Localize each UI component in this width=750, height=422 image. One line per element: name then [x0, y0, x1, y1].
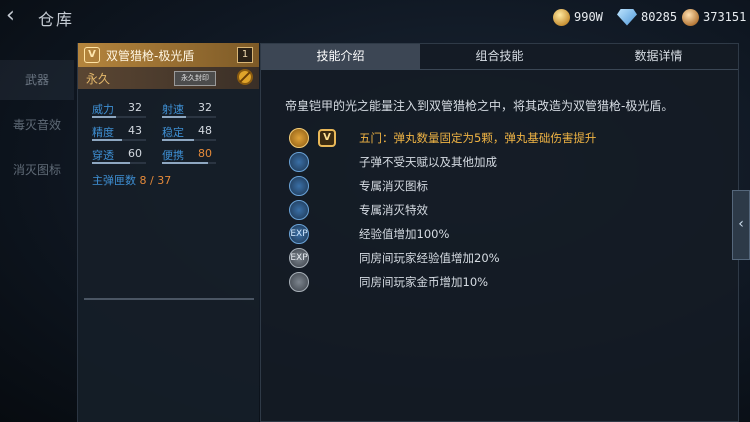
top-bar: ‹ 仓库 990W 80285 373151: [0, 0, 750, 34]
stat-label: 便携: [162, 149, 184, 162]
kill-icon: [289, 176, 309, 196]
page-title: 仓库: [38, 10, 75, 29]
sidebar-item-weapons[interactable]: 武器: [0, 60, 74, 100]
stat-label: 威力: [92, 103, 114, 116]
cash-coin-icon: [682, 8, 699, 26]
gold-value: 990W: [574, 10, 603, 24]
stat-bar: [92, 116, 146, 118]
expand-chevron-icon[interactable]: ‹: [732, 190, 750, 260]
stat-bar-fill: [92, 162, 130, 164]
weapon-subheader: 永久 永久封印: [78, 67, 259, 89]
stat-rate: 射速 32: [162, 101, 216, 119]
vip-v-icon: V: [318, 129, 336, 147]
tab-bar: 技能介绍 组合技能 数据详情: [261, 44, 738, 70]
gold-balance: 990W: [553, 7, 603, 27]
stat-power: 威力 32: [92, 101, 146, 119]
skill-row: 子弹不受天赋以及其他加成: [289, 152, 729, 172]
stat-bar-fill: [92, 116, 117, 118]
skill-row: 专属消灭图标: [289, 176, 729, 196]
back-arrow-icon[interactable]: ‹: [6, 4, 28, 28]
stat-accuracy: 精度 43: [92, 124, 146, 142]
skill-row: EXP 经验值增加100%: [289, 224, 729, 244]
skill-row: V 五门：弹丸数量固定为5颗，弹丸基础伤害提升: [289, 128, 729, 148]
stat-stability: 稳定 48: [162, 124, 216, 142]
weapon-description: 帝皇铠甲的光之能量注入到双管猎枪之中，将其改造为双管猎枪-极光盾。: [285, 99, 674, 113]
exp-icon: EXP: [289, 224, 309, 244]
stat-label: 精度: [92, 126, 114, 139]
cash-value: 373151: [703, 10, 747, 24]
stat-value: 43: [128, 124, 142, 137]
sidebar: 武器 毒灭音效 消灭图标: [0, 40, 74, 422]
skill-text: 同房间玩家经验值增加20%: [359, 251, 500, 265]
stat-label: 穿透: [92, 149, 114, 162]
bullet-icon: [289, 152, 309, 172]
stat-label: 射速: [162, 103, 184, 116]
weapon-panel: V 双管猎枪-极光盾 1 永久 永久封印 威力 32 射速 32 精度 43 稳…: [77, 43, 259, 422]
stat-value: 60: [128, 147, 142, 160]
sidebar-item-kill-sound[interactable]: 毒灭音效: [0, 105, 74, 145]
stat-portability: 便携 80: [162, 147, 216, 165]
stat-label: 稳定: [162, 126, 184, 139]
skill-text: 专属消灭特效: [359, 203, 428, 217]
seal-badge: 永久封印: [174, 71, 216, 86]
tab-data-details[interactable]: 数据详情: [579, 44, 738, 70]
stat-bar: [92, 162, 146, 164]
vip-v-icon: V: [84, 47, 100, 63]
stat-bar: [162, 116, 216, 118]
stat-bar-fill: [162, 139, 195, 141]
diamond-icon: [617, 8, 637, 26]
stat-value: 32: [128, 101, 142, 114]
weapon-name: 双管猎枪-极光盾: [106, 49, 195, 63]
skill-text: 同房间玩家金币增加10%: [359, 275, 489, 289]
stat-bar-fill: [162, 162, 208, 164]
weapon-header[interactable]: V 双管猎枪-极光盾 1: [78, 43, 259, 67]
stat-bar-fill: [92, 139, 122, 141]
shotgun-shell-icon: [289, 128, 309, 148]
tab-combo-skills[interactable]: 组合技能: [420, 44, 579, 70]
room-exp-icon: EXP: [289, 248, 309, 268]
diamond-balance: 80285: [617, 7, 677, 27]
ammo-value: 8 / 37: [139, 174, 172, 187]
stat-penetration: 穿透 60: [92, 147, 146, 165]
skill-row: 专属消灭特效: [289, 200, 729, 220]
sidebar-item-kill-icon[interactable]: 消灭图标: [0, 150, 74, 190]
cash-balance: 373151: [682, 7, 746, 27]
diamond-value: 80285: [641, 10, 678, 24]
skill-text: 子弹不受天赋以及其他加成: [359, 155, 497, 169]
gold-coin-icon: [553, 8, 570, 26]
stat-value: 48: [198, 124, 212, 137]
room-gold-icon: [289, 272, 309, 292]
stat-value: 80: [198, 147, 212, 160]
weapon-duration: 永久: [86, 72, 111, 86]
kill-effect-icon: [289, 200, 309, 220]
stat-value: 32: [198, 101, 212, 114]
divider: [84, 298, 254, 300]
weapon-count: 1: [237, 47, 253, 63]
tab-skill-intro[interactable]: 技能介绍: [261, 44, 420, 70]
ammo-label: 主弹匣数: [92, 174, 136, 187]
skill-row: 同房间玩家金币增加10%: [289, 272, 729, 292]
ammo-row: 主弹匣数 8 / 37: [92, 172, 171, 188]
stat-bar-fill: [162, 116, 187, 118]
skill-row: EXP 同房间玩家经验值增加20%: [289, 248, 729, 268]
stat-bar: [162, 139, 216, 141]
skill-text: 五门：弹丸数量固定为5颗，弹丸基础伤害提升: [359, 131, 597, 145]
skill-text: 经验值增加100%: [359, 227, 450, 241]
skill-text: 专属消灭图标: [359, 179, 428, 193]
stat-bar: [92, 139, 146, 141]
skills-panel: 技能介绍 组合技能 数据详情 帝皇铠甲的光之能量注入到双管猎枪之中，将其改造为双…: [260, 43, 739, 422]
stat-bar: [162, 162, 216, 164]
forbidden-icon[interactable]: [237, 69, 253, 85]
